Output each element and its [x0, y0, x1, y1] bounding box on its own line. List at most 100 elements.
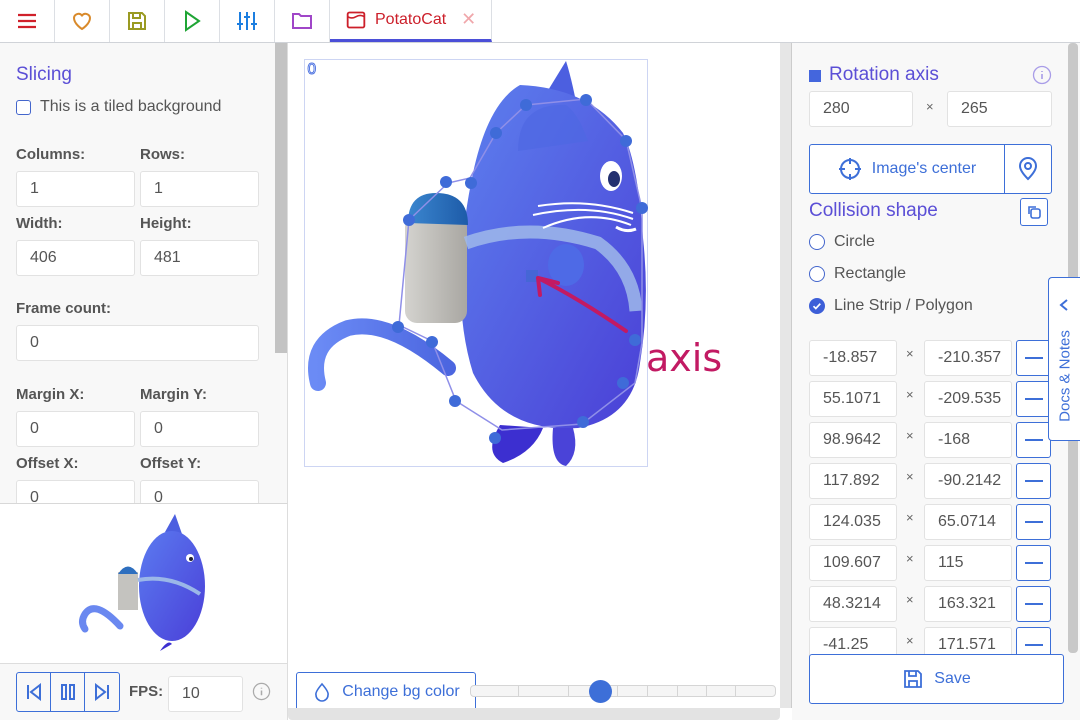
- point-x-input[interactable]: 55.1071: [809, 381, 897, 417]
- close-tab-icon[interactable]: ✕: [461, 9, 476, 30]
- margin-y-label: Margin Y:: [140, 386, 207, 403]
- remove-point-button[interactable]: [1016, 545, 1051, 581]
- previous-frame-button[interactable]: [17, 673, 51, 711]
- remove-point-button[interactable]: [1016, 504, 1051, 540]
- frame-index-label: 0: [307, 60, 317, 78]
- change-bg-color-label: Change bg color: [342, 683, 460, 700]
- width-label: Width:: [16, 215, 63, 232]
- remove-point-button[interactable]: [1016, 463, 1051, 499]
- menu-button[interactable]: [0, 0, 55, 42]
- polygon-handle[interactable]: [392, 321, 404, 333]
- save-project-button[interactable]: [110, 0, 165, 42]
- assets-button[interactable]: [275, 0, 330, 42]
- polygon-handle[interactable]: [636, 202, 648, 214]
- change-bg-color-button[interactable]: Change bg color: [296, 672, 476, 712]
- remove-point-button[interactable]: [1016, 381, 1051, 417]
- fps-input[interactable]: 10: [168, 676, 243, 712]
- point-x-input[interactable]: -18.857: [809, 340, 897, 376]
- height-input[interactable]: 481: [140, 240, 259, 276]
- shape-option-rectangle[interactable]: Rectangle: [809, 265, 906, 283]
- next-frame-button[interactable]: [85, 673, 119, 711]
- rotation-axis-marker[interactable]: [526, 270, 538, 282]
- heart-icon: [72, 12, 92, 31]
- point-x-input[interactable]: 98.9642: [809, 422, 897, 458]
- save-button[interactable]: Save: [809, 654, 1064, 704]
- crosshair-icon: [838, 158, 861, 180]
- slider-tick: [677, 686, 678, 696]
- polygon-handle[interactable]: [440, 176, 452, 188]
- tiled-background-label: This is a tiled background: [40, 98, 222, 115]
- checkbox-box[interactable]: [16, 99, 31, 115]
- offset-y-input[interactable]: 0: [140, 480, 259, 503]
- polygon-handle[interactable]: [577, 416, 589, 428]
- columns-input[interactable]: 1: [16, 171, 135, 207]
- margin-x-input[interactable]: 0: [16, 411, 135, 447]
- remove-point-button[interactable]: [1016, 340, 1051, 376]
- animation-controls: FPS: 10: [0, 663, 288, 720]
- point-x-input[interactable]: 124.035: [809, 504, 897, 540]
- pause-button[interactable]: [51, 673, 85, 711]
- cat-texture-image: axis 0: [304, 59, 722, 467]
- zoom-slider-thumb[interactable]: [589, 680, 612, 703]
- zoom-slider-track[interactable]: [470, 685, 776, 697]
- point-x-input[interactable]: 109.607: [809, 545, 897, 581]
- remove-point-button[interactable]: [1016, 586, 1051, 622]
- rotation-x-input[interactable]: 280: [809, 91, 913, 127]
- cat-preview-image: [79, 514, 205, 651]
- shape-option-polygon[interactable]: Line Strip / Polygon: [809, 297, 973, 315]
- remove-point-button[interactable]: [1016, 422, 1051, 458]
- favorites-button[interactable]: [55, 0, 110, 42]
- shape-option-circle[interactable]: Circle: [809, 233, 875, 251]
- polygon-handle[interactable]: [490, 127, 502, 139]
- offset-x-input[interactable]: 0: [16, 480, 135, 503]
- left-panel-scrollbar[interactable]: [275, 43, 287, 353]
- tiled-background-checkbox[interactable]: This is a tiled background: [16, 98, 221, 116]
- point-x-input[interactable]: 117.892: [809, 463, 897, 499]
- margin-x-label: Margin X:: [16, 386, 85, 403]
- polygon-handle[interactable]: [580, 94, 592, 106]
- polygon-handle[interactable]: [465, 177, 477, 189]
- settings-button[interactable]: [220, 0, 275, 42]
- fps-info-icon[interactable]: [252, 682, 271, 701]
- width-input[interactable]: 406: [16, 240, 135, 276]
- polygon-handle[interactable]: [520, 99, 532, 111]
- rows-input[interactable]: 1: [140, 171, 259, 207]
- rotation-axis-title: Rotation axis: [829, 64, 939, 85]
- polygon-handle[interactable]: [489, 432, 501, 444]
- texture-canvas[interactable]: axis 0 Change bg color: [288, 43, 780, 712]
- image-center-button[interactable]: Image's center: [809, 144, 1005, 194]
- radio-polygon-checked[interactable]: [809, 298, 825, 314]
- canvas-horizontal-scrollbar[interactable]: [288, 708, 780, 720]
- margin-y-input[interactable]: 0: [140, 411, 259, 447]
- polygon-handle[interactable]: [617, 377, 629, 389]
- offset-x-label: Offset X:: [16, 455, 79, 472]
- copy-shape-button[interactable]: [1020, 198, 1048, 226]
- point-y-input[interactable]: 65.0714: [924, 504, 1012, 540]
- pick-point-button[interactable]: [1004, 144, 1052, 194]
- folder-icon: [292, 13, 312, 29]
- polygon-handle[interactable]: [620, 135, 632, 147]
- times-separator: ×: [906, 510, 914, 525]
- radio-rectangle[interactable]: [809, 266, 825, 282]
- frame-count-input[interactable]: 0: [16, 325, 259, 361]
- polygon-handle[interactable]: [629, 334, 641, 346]
- point-y-input[interactable]: -209.535: [924, 381, 1012, 417]
- check-icon: [812, 302, 821, 310]
- canvas-vertical-scrollbar[interactable]: [780, 43, 792, 708]
- point-y-input[interactable]: -90.2142: [924, 463, 1012, 499]
- polygon-handle[interactable]: [449, 395, 461, 407]
- point-y-input[interactable]: 163.321: [924, 586, 1012, 622]
- point-x-input[interactable]: 48.3214: [809, 586, 897, 622]
- rotation-y-input[interactable]: 265: [947, 91, 1052, 127]
- play-button[interactable]: [165, 0, 220, 42]
- radio-circle[interactable]: [809, 234, 825, 250]
- polygon-handle[interactable]: [426, 336, 438, 348]
- point-y-input[interactable]: -168: [924, 422, 1012, 458]
- point-y-input[interactable]: 115: [924, 545, 1012, 581]
- polygon-handle[interactable]: [403, 214, 415, 226]
- rotation-info-icon[interactable]: [1032, 65, 1052, 85]
- tab-potatocat[interactable]: PotatoCat ✕: [330, 0, 492, 42]
- point-y-input[interactable]: -210.357: [924, 340, 1012, 376]
- height-label: Height:: [140, 215, 192, 232]
- docs-notes-toggle[interactable]: Docs & Notes: [1048, 277, 1080, 441]
